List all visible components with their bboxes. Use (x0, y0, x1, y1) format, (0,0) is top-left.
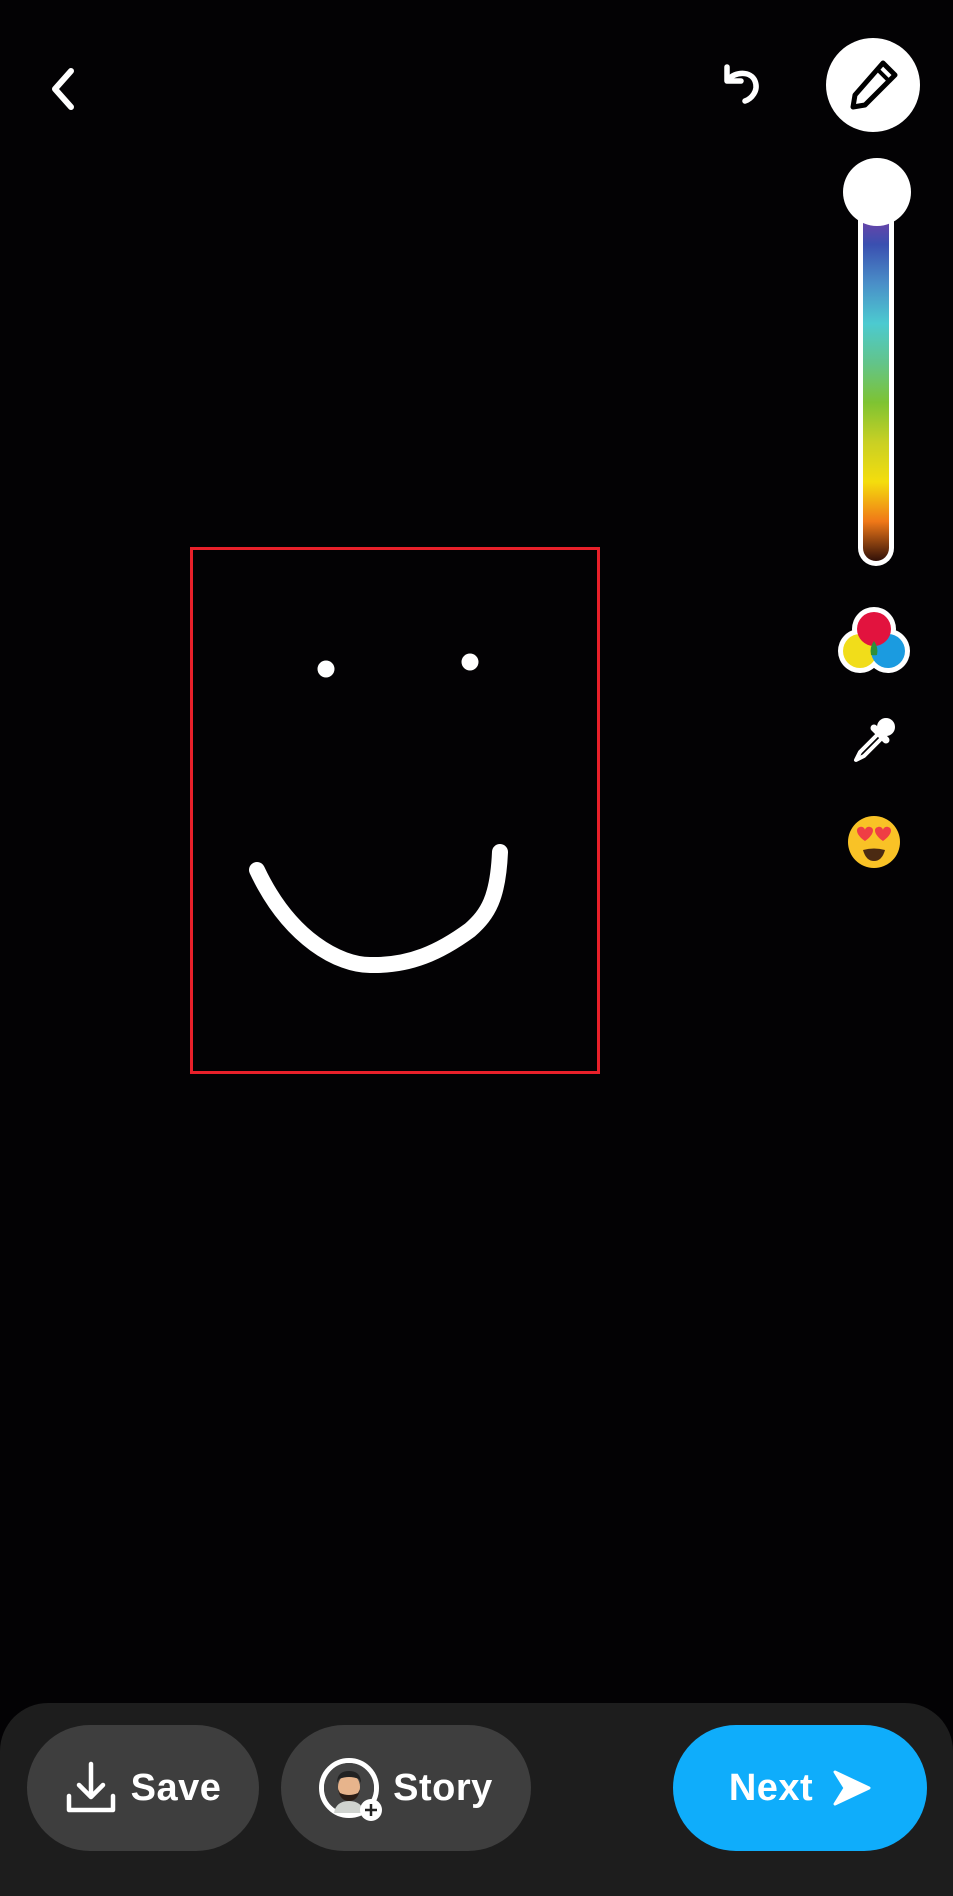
story-label: Story (393, 1766, 493, 1809)
emoji-sticker-button[interactable] (842, 810, 906, 874)
heart-eyes-emoji-icon (848, 816, 900, 868)
undo-icon (724, 64, 759, 104)
pen-tool-button[interactable] (826, 38, 920, 132)
undo-button[interactable] (708, 52, 772, 116)
plus-icon (360, 1799, 383, 1821)
next-label: Next (728, 1766, 814, 1809)
palette-button[interactable] (836, 605, 912, 675)
bitmoji-avatar (319, 1758, 383, 1821)
color-palette-icon (838, 607, 910, 673)
chevron-left-icon (52, 68, 74, 110)
download-icon (66, 1761, 115, 1813)
save-button[interactable]: Save (27, 1725, 259, 1851)
next-button[interactable]: Next (673, 1725, 927, 1851)
eyedropper-icon (854, 718, 895, 762)
pencil-icon (850, 60, 898, 110)
color-slider-thumb[interactable] (843, 158, 911, 226)
highlight-box (190, 547, 600, 1074)
save-label: Save (130, 1766, 222, 1809)
add-to-story-button[interactable]: Story (281, 1725, 531, 1851)
send-arrow-icon (833, 1770, 871, 1806)
eyedropper-button[interactable] (846, 712, 902, 768)
back-button[interactable] (36, 60, 88, 118)
